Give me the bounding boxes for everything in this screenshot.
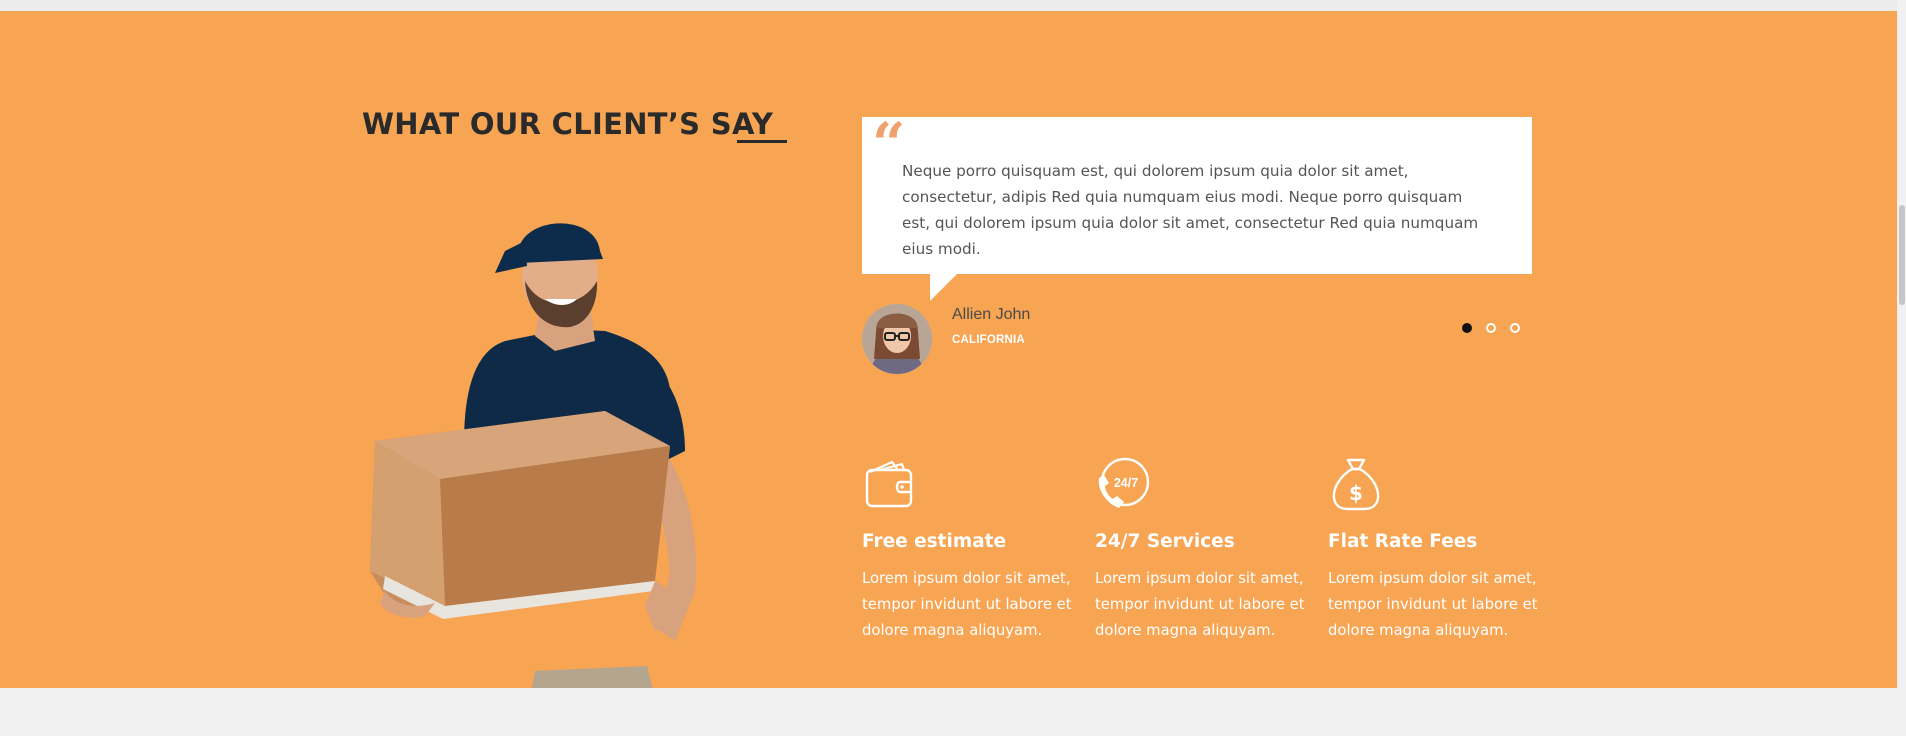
quote-icon: “ [872, 110, 906, 178]
delivery-man-image [370, 223, 696, 688]
testimonial-card-tail [930, 273, 958, 301]
feature-24-7-services: 24/7 24/7 Services Lorem ipsum dolor sit… [1095, 456, 1310, 639]
feature-text: Lorem ipsum dolor sit amet, tempor invid… [1328, 570, 1538, 639]
author-location: CALIFORNIA [952, 334, 1025, 346]
phone-24-7-icon: 24/7 [1098, 457, 1150, 508]
feature-title: Flat Rate Fees [1328, 531, 1478, 552]
carousel-dots [1462, 323, 1520, 333]
testimonials-section: WHAT OUR CLIENT’S SAY “ Neque porro quis… [0, 11, 1897, 688]
heading-underline [737, 140, 787, 143]
section-heading: WHAT OUR CLIENT’S SAY [362, 107, 774, 141]
feature-flat-rate-fees: $ Flat Rate Fees Lorem ipsum dolor sit a… [1328, 456, 1543, 639]
author-avatar [862, 304, 932, 374]
feature-free-estimate: Free estimate Lorem ipsum dolor sit amet… [862, 456, 1077, 639]
carousel-dot-3[interactable] [1510, 323, 1520, 333]
money-bag-icon: $ [1332, 458, 1380, 511]
scrollbar[interactable] [1897, 0, 1906, 736]
author-name: Allien John [952, 306, 1031, 323]
testimonial-card: “ Neque porro quisquam est, qui dolorem … [862, 110, 1532, 274]
svg-text:$: $ [1349, 481, 1363, 505]
svg-text:24/7: 24/7 [1114, 476, 1138, 490]
carousel-dot-2[interactable] [1486, 323, 1496, 333]
wallet-icon [865, 460, 913, 508]
testimonial-text: Neque porro quisquam est, qui dolorem ip… [902, 162, 1479, 258]
feature-text: Lorem ipsum dolor sit amet, tempor invid… [862, 570, 1072, 639]
carousel-dot-1[interactable] [1462, 323, 1472, 333]
scrollbar-thumb[interactable] [1899, 205, 1905, 305]
feature-text: Lorem ipsum dolor sit amet, tempor invid… [1095, 570, 1305, 639]
top-strip [0, 0, 1906, 11]
feature-title: 24/7 Services [1095, 531, 1235, 552]
feature-title: Free estimate [862, 531, 1007, 552]
